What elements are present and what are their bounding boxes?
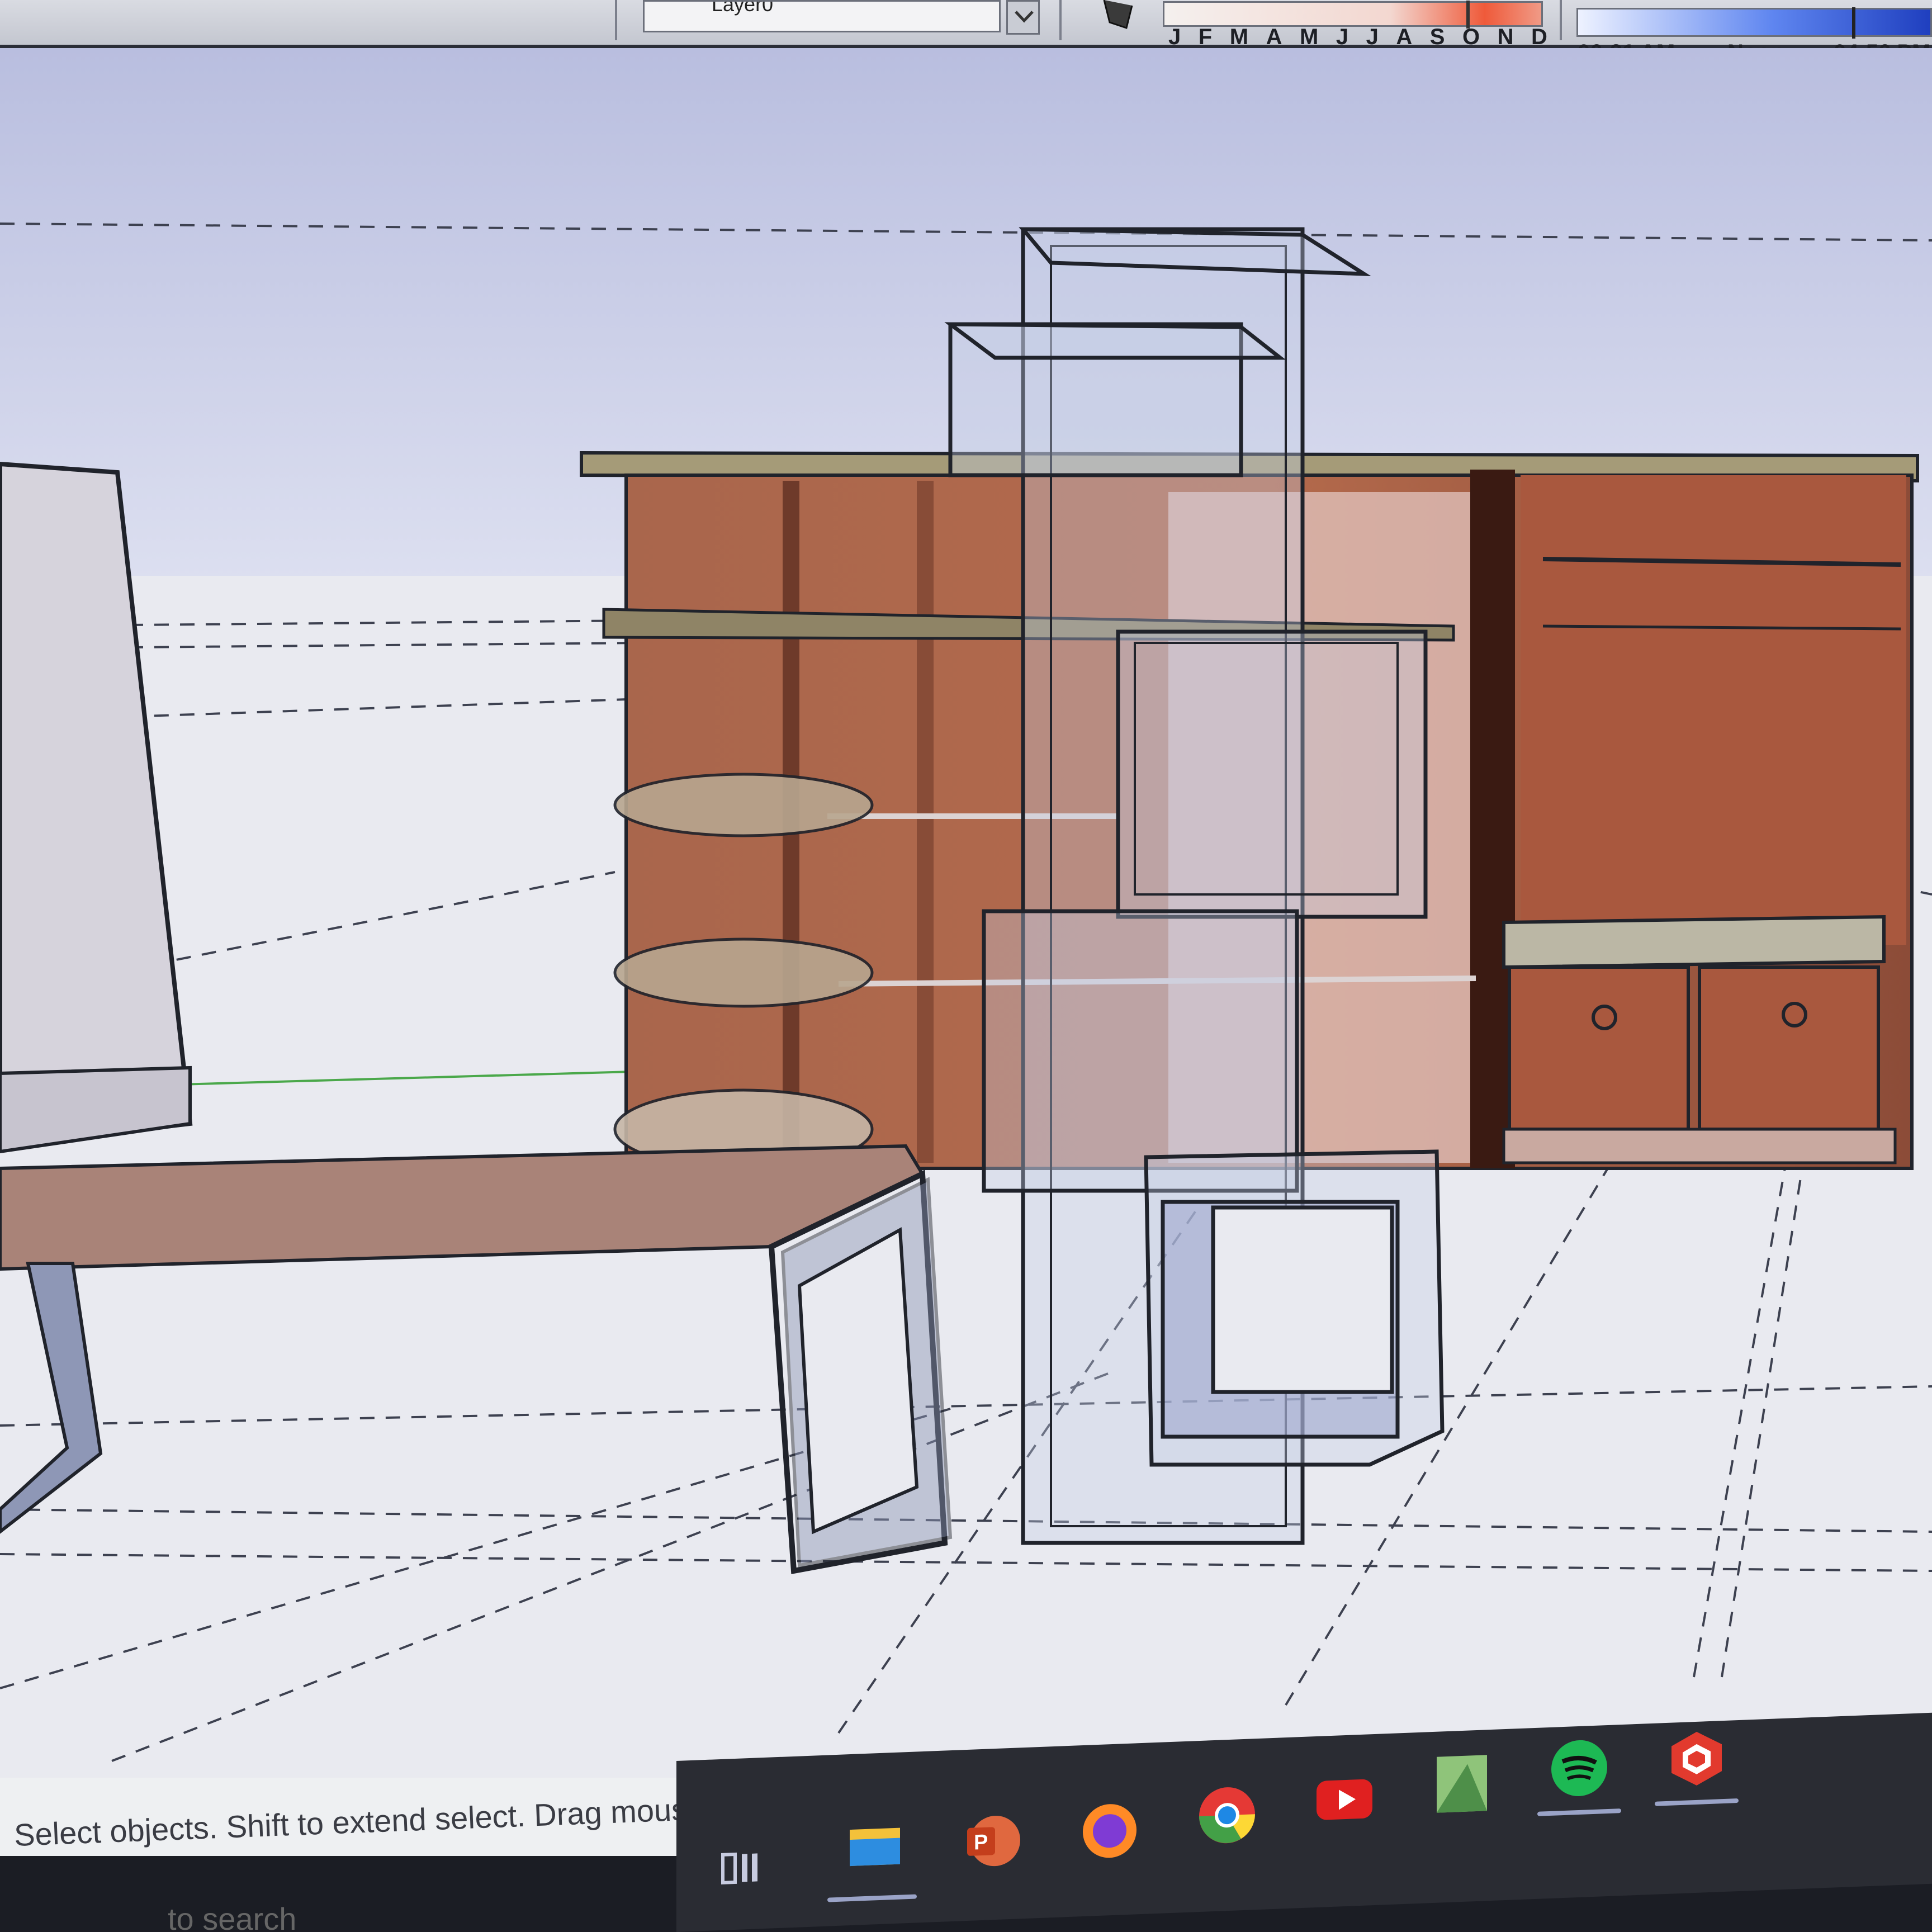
shadow-time-slider[interactable] [1576,7,1932,39]
svg-text:P: P [974,1831,988,1855]
toolbar-separator [1560,0,1562,40]
month-label: A [1396,25,1414,49]
month-label: O [1462,25,1481,49]
youtube-icon[interactable] [1314,1768,1375,1831]
shadow-settings-icon[interactable] [1098,0,1138,34]
spotify-icon[interactable] [1549,1736,1610,1800]
month-label: M [1229,25,1250,49]
model-canvas[interactable] [0,48,1932,1787]
3d-viewport[interactable] [0,48,1932,1787]
month-label: D [1531,25,1549,49]
task-view-icon[interactable] [710,1835,771,1899]
chrome-icon[interactable] [1196,1783,1258,1847]
active-app-indicator [1655,1798,1739,1806]
month-labels: J F M A M J J A S O N D [1168,25,1549,49]
folder-icon[interactable] [844,1813,906,1877]
month-label: J [1336,25,1350,49]
chevron-down-icon[interactable] [1006,0,1040,35]
sketchup-icon[interactable] [1666,1726,1727,1790]
sketchup-window: Layer0 J F M A M J J A S O N D 06:31 [0,0,1932,1932]
powerpoint-icon[interactable]: P [962,1809,1023,1873]
active-app-indicator [1537,1808,1621,1816]
toolbar-separator [1059,0,1062,40]
search-box[interactable]: to search [168,1901,296,1932]
month-label: F [1198,25,1214,49]
month-label: N [1497,25,1515,49]
month-label: J [1366,25,1380,49]
drawer-unit[interactable] [1502,915,1897,1164]
month-label: J [1168,25,1182,49]
shadow-date-slider[interactable] [1163,1,1543,29]
image-app-icon[interactable] [1431,1752,1493,1816]
active-app-indicator [827,1894,917,1902]
time-slider-handle[interactable] [1852,7,1855,39]
toolbar: Layer0 J F M A M J J A S O N D 06:31 [0,0,1932,65]
toolbar-separator [615,0,617,40]
firefox-icon[interactable] [1079,1799,1140,1863]
month-label: S [1429,25,1446,49]
month-label: A [1266,25,1284,49]
layer-dropdown[interactable]: Layer0 [643,0,1001,32]
month-label: M [1299,25,1320,49]
